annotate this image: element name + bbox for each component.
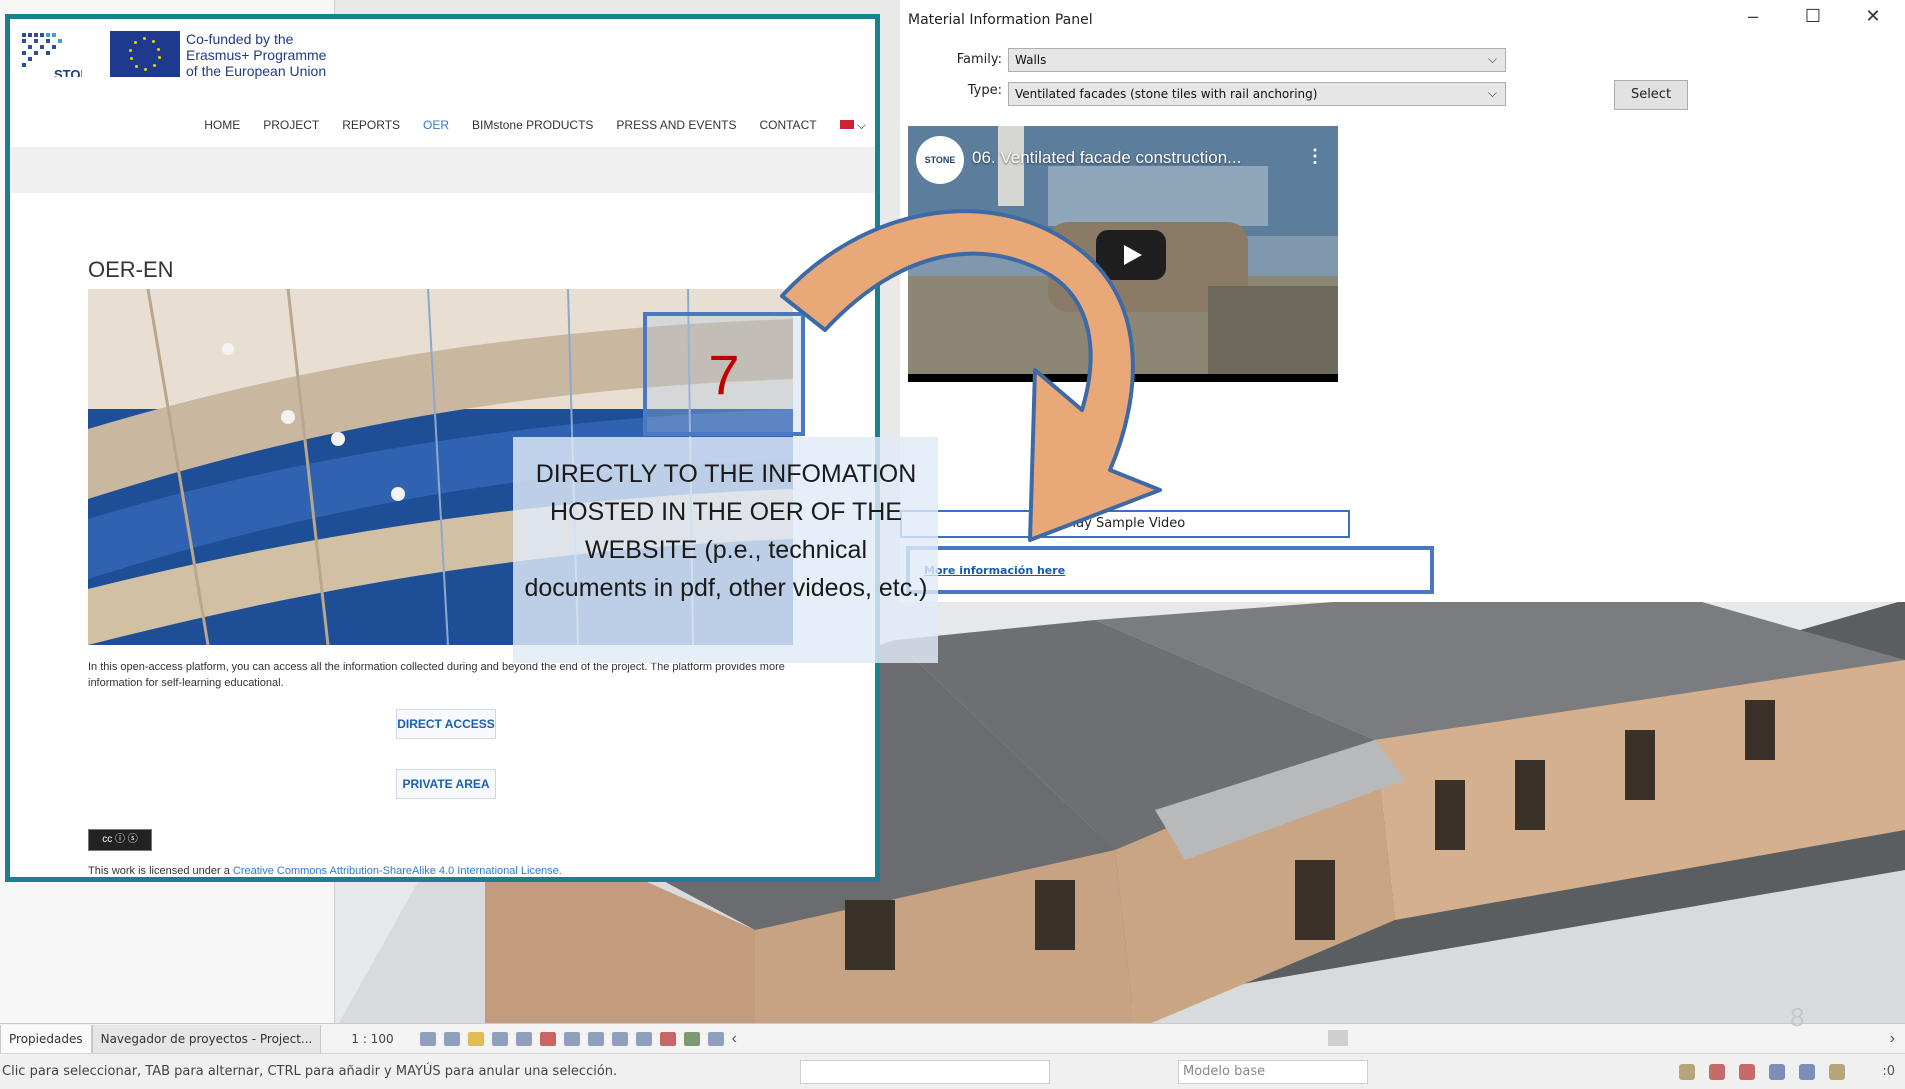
video-player[interactable]: STONE 06. Ventilated facade construction… (908, 126, 1338, 382)
header-band (10, 147, 875, 193)
oer-description: In this open-access platform, you can ac… (88, 661, 785, 689)
type-value: Ventilated facades (stone tiles with rai… (1015, 87, 1318, 101)
private-area-button[interactable]: PRIVATE AREA (396, 769, 496, 799)
license-text: This work is licensed under a Creative C… (88, 865, 562, 877)
highlight-displacement-icon[interactable] (683, 1031, 700, 1046)
nav-reports[interactable]: REPORTS (342, 118, 400, 133)
select-button[interactable]: Select (1614, 80, 1688, 110)
select-by-face-icon[interactable] (1769, 1064, 1785, 1080)
nav-bimstone-products[interactable]: BIMstone PRODUCTS (472, 118, 593, 133)
step-number-box: 7 (643, 312, 805, 436)
select-links-icon[interactable] (1679, 1064, 1695, 1080)
more-info-highlight: More información here (906, 546, 1434, 594)
close-icon[interactable]: ✕ (1858, 6, 1888, 27)
select-pinned-icon[interactable] (1739, 1064, 1755, 1080)
horizontal-scrollbar[interactable] (1328, 1030, 1348, 1046)
family-select[interactable]: Walls ⌵ (1008, 48, 1506, 72)
type-select[interactable]: Ventilated facades (stone tiles with rai… (1008, 82, 1506, 106)
language-flag-icon[interactable]: ⌵ (839, 118, 866, 133)
chevron-right-icon[interactable]: › (1890, 1030, 1895, 1048)
lock-view-icon[interactable] (587, 1031, 604, 1046)
render-icon[interactable] (515, 1031, 532, 1046)
detail-level-icon[interactable] (419, 1031, 436, 1046)
visual-style-icon[interactable] (443, 1031, 460, 1046)
nav-press-and-events[interactable]: PRESS AND EVENTS (616, 118, 736, 133)
channel-logo: STONE (916, 136, 964, 184)
eu-text-line-3: of the European Union (186, 63, 327, 79)
minimize-icon[interactable]: – (1738, 6, 1768, 27)
step-number: 7 (708, 343, 740, 406)
type-label: Type: (967, 83, 1002, 98)
callout-text: DIRECTLY TO THE INFOMATION HOSTED IN THE… (524, 460, 928, 602)
reveal-constraints-icon[interactable] (707, 1031, 724, 1046)
view-control-icons (419, 1031, 724, 1046)
nav-home[interactable]: HOME (204, 118, 240, 133)
nav-contact[interactable]: CONTACT (759, 118, 816, 133)
logo-wordmark: STONE (54, 67, 82, 77)
nav-project[interactable]: PROJECT (263, 118, 319, 133)
nav-oer[interactable]: OER (423, 118, 449, 133)
chevron-down-icon: ⌵ (1487, 86, 1497, 100)
play-icon[interactable] (1096, 230, 1166, 280)
creative-commons-badge-icon[interactable]: cc ⓘ ⓢ (88, 829, 152, 851)
family-label: Family: (956, 52, 1002, 67)
eu-flag-icon (110, 31, 180, 77)
site-navigation: HOME PROJECT REPORTS OER BIMstone PRODUC… (10, 118, 875, 133)
video-title[interactable]: 06. Ventilated facade construction... (972, 148, 1241, 168)
shadows-icon[interactable] (491, 1031, 508, 1046)
status-message: Clic para seleccionar, TAB para alternar… (2, 1064, 618, 1079)
drag-elements-icon[interactable] (1799, 1064, 1815, 1080)
chevron-left-icon[interactable]: ‹ (732, 1030, 737, 1048)
slide-number: 8 (1790, 1002, 1805, 1032)
page-title: OER-EN (88, 257, 174, 282)
chevron-down-icon: ⌵ (1487, 52, 1497, 66)
license-link[interactable]: Creative Commons Attribution-ShareAlike … (233, 865, 562, 877)
eu-text-line-1: Co-funded by the (186, 31, 294, 47)
show-crop-icon[interactable] (563, 1031, 580, 1046)
view-scale[interactable]: 1 : 100 (351, 1032, 393, 1046)
family-value: Walls (1015, 53, 1047, 67)
more-info-link[interactable]: More información here (924, 564, 1065, 577)
temp-hide-icon[interactable] (611, 1031, 628, 1046)
crop-view-icon[interactable] (539, 1031, 556, 1046)
background-process-icon[interactable] (1829, 1064, 1845, 1080)
annotation-callout: DIRECTLY TO THE INFOMATION HOSTED IN THE… (513, 437, 938, 663)
play-sample-video-button[interactable]: Play Sample Video (900, 510, 1350, 538)
select-underlay-icon[interactable] (1709, 1064, 1725, 1080)
sun-path-icon[interactable] (467, 1031, 484, 1046)
tab-properties[interactable]: Propiedades (0, 1024, 92, 1053)
filter-count[interactable]: :0 (1882, 1064, 1895, 1079)
panel-title: Material Information Panel (908, 12, 1093, 28)
selection-filter-icons (1679, 1064, 1845, 1080)
eu-text-line-2: Erasmus+ Programme (186, 47, 327, 63)
analytical-model-icon[interactable] (659, 1031, 676, 1046)
bimstone-logo: STONE (22, 33, 82, 77)
status-input-field[interactable] (800, 1060, 1050, 1084)
direct-access-button[interactable]: DIRECT ACCESS (396, 709, 496, 739)
maximize-icon[interactable]: ☐ (1798, 6, 1828, 27)
erasmus-text: Co-funded by the Erasmus+ Programme of t… (186, 31, 326, 79)
more-vertical-icon[interactable]: ⋮ (1306, 146, 1324, 167)
license-prefix: This work is licensed under a (88, 865, 233, 877)
tab-project-browser[interactable]: Navegador de proyectos - Project... (91, 1024, 322, 1053)
view-control-bar: Propiedades Navegador de proyectos - Pro… (0, 1023, 1905, 1053)
reveal-hidden-icon[interactable] (635, 1031, 652, 1046)
status-bar: Clic para seleccionar, TAB para alternar… (0, 1053, 1905, 1089)
model-base-select[interactable]: Modelo base (1178, 1060, 1368, 1084)
